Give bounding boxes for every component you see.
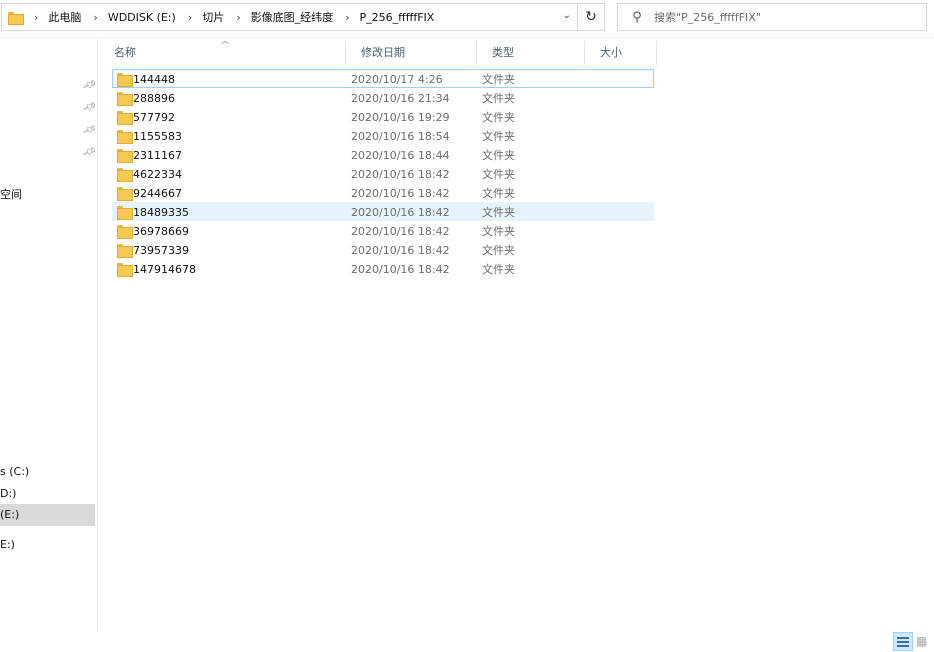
chevron-right-icon[interactable]: › — [236, 11, 240, 24]
file-type: 文件夹 — [482, 206, 515, 219]
refresh-icon: ↻ — [585, 9, 597, 25]
navigation-pane[interactable]: 📌︎ 📌︎ 📌︎ 📌︎ 空间 s (C:) D:) (E:) E:) — [0, 38, 98, 632]
large-icons-view-button[interactable]: ▦ — [916, 634, 934, 650]
file-name: 36978669 — [133, 225, 189, 238]
file-modified: 2020/10/17 4:26 — [351, 73, 443, 86]
chevron-right-icon[interactable]: › — [188, 11, 192, 24]
pin-icon[interactable]: 📌︎ — [82, 145, 97, 160]
folder-icon — [117, 92, 133, 106]
table-row[interactable]: 2311167 2020/10/16 18:44 文件夹 — [112, 145, 654, 164]
refresh-button[interactable]: ↻ — [578, 3, 605, 31]
file-type: 文件夹 — [482, 263, 515, 276]
chevron-right-icon[interactable]: › — [345, 11, 349, 24]
address-bar[interactable]: › 此电脑 › WDDISK (E:) › 切片 › 影像底图_经纬度 › P_… — [1, 3, 578, 31]
table-row[interactable]: 577792 2020/10/16 19:29 文件夹 — [112, 107, 654, 126]
details-view-icon — [897, 644, 909, 647]
file-modified: 2020/10/16 18:42 — [351, 225, 450, 238]
file-type: 文件夹 — [482, 130, 515, 143]
file-name: 147914678 — [133, 263, 196, 276]
file-modified: 2020/10/16 21:34 — [351, 92, 450, 105]
file-type: 文件夹 — [482, 187, 515, 200]
nav-item-space[interactable]: 空间 — [0, 185, 22, 205]
breadcrumb-current[interactable]: P_256_fffffFIX — [360, 11, 435, 24]
table-row[interactable]: 1155583 2020/10/16 18:54 文件夹 — [112, 126, 654, 145]
file-name: 1155583 — [133, 130, 182, 143]
breadcrumb-basemap[interactable]: 影像底图_经纬度 — [251, 9, 334, 25]
file-name: 144448 — [133, 73, 175, 86]
file-type: 文件夹 — [482, 92, 515, 105]
column-header-modified[interactable]: 修改日期 — [346, 41, 477, 65]
pin-icon[interactable]: 📌︎ — [82, 123, 97, 138]
folder-icon — [117, 73, 133, 87]
folder-icon — [117, 225, 133, 239]
file-modified: 2020/10/16 18:42 — [351, 244, 450, 257]
search-placeholder: 搜索"P_256_fffffFIX" — [654, 11, 761, 24]
table-row[interactable]: 9244667 2020/10/16 18:42 文件夹 — [112, 183, 654, 202]
details-view-icon — [897, 636, 909, 639]
file-modified: 2020/10/16 18:42 — [351, 263, 450, 276]
folder-icon — [117, 263, 133, 277]
file-type: 文件夹 — [482, 73, 515, 86]
file-modified: 2020/10/16 18:54 — [351, 130, 450, 143]
file-name: 2311167 — [133, 149, 182, 162]
breadcrumb-this-pc[interactable]: 此电脑 — [48, 9, 81, 25]
file-modified: 2020/10/16 18:42 — [351, 187, 450, 200]
table-row[interactable]: 4622334 2020/10/16 18:42 文件夹 — [112, 164, 654, 183]
nav-item-drive-d[interactable]: D:) — [0, 484, 16, 504]
file-name: 288896 — [133, 92, 175, 105]
file-type: 文件夹 — [482, 225, 515, 238]
file-name: 577792 — [133, 111, 175, 124]
table-row[interactable]: 147914678 2020/10/16 18:42 文件夹 — [112, 259, 654, 278]
nav-item-drive-e-alt[interactable]: E:) — [0, 535, 15, 555]
status-bar: ▦ — [0, 632, 934, 652]
folder-icon — [117, 244, 133, 258]
file-rows: 144448 2020/10/17 4:26 文件夹 288896 2020/10/16… — [112, 69, 654, 278]
column-header-name[interactable]: 名称 — [99, 41, 346, 65]
file-modified: 2020/10/16 18:42 — [351, 206, 450, 219]
file-name: 9244667 — [133, 187, 182, 200]
folder-icon — [8, 11, 24, 25]
nav-item-drive-c[interactable]: s (C:) — [0, 462, 29, 482]
folder-icon — [117, 187, 133, 201]
column-header-size[interactable]: 大小 — [585, 41, 657, 65]
file-name: 18489335 — [133, 206, 189, 219]
folder-icon — [117, 168, 133, 182]
table-row[interactable]: 288896 2020/10/16 21:34 文件夹 — [112, 88, 654, 107]
file-modified: 2020/10/16 18:44 — [351, 149, 450, 162]
breadcrumb-slices[interactable]: 切片 — [202, 9, 224, 25]
nav-item-label: (E:) — [0, 508, 20, 521]
nav-item-drive-e[interactable]: (E:) — [0, 504, 95, 526]
file-type: 文件夹 — [482, 168, 515, 181]
breadcrumb-drive[interactable]: WDDISK (E:) — [108, 11, 176, 24]
pin-icon[interactable]: 📌︎ — [82, 100, 97, 115]
file-list[interactable]: ︿ 名称 修改日期 类型 大小 144448 2020/10/17 4:26 文件夹… — [99, 36, 934, 632]
chevron-down-icon[interactable]: ⌄ — [563, 10, 571, 21]
search-icon: ⚲ — [632, 9, 642, 25]
file-name: 73957339 — [133, 244, 189, 257]
details-view-icon — [897, 640, 909, 643]
search-input[interactable]: ⚲ 搜索"P_256_fffffFIX" — [617, 3, 927, 31]
file-name: 4622334 — [133, 168, 182, 181]
file-modified: 2020/10/16 19:29 — [351, 111, 450, 124]
file-type: 文件夹 — [482, 111, 515, 124]
folder-icon — [117, 130, 133, 144]
pin-icon[interactable]: 📌︎ — [82, 78, 97, 93]
table-row[interactable]: 18489335 2020/10/16 18:42 文件夹 — [112, 202, 654, 221]
column-header-type[interactable]: 类型 — [477, 41, 585, 65]
table-row[interactable]: 144448 2020/10/17 4:26 文件夹 — [112, 69, 654, 88]
chevron-right-icon[interactable]: › — [93, 11, 97, 24]
address-row: › 此电脑 › WDDISK (E:) › 切片 › 影像底图_经纬度 › P_… — [0, 0, 934, 38]
folder-icon — [117, 149, 133, 163]
details-view-button[interactable] — [893, 632, 913, 651]
folder-icon — [117, 206, 133, 220]
chevron-right-icon[interactable]: › — [34, 11, 38, 24]
folder-icon — [117, 111, 133, 125]
table-row[interactable]: 36978669 2020/10/16 18:42 文件夹 — [112, 221, 654, 240]
file-type: 文件夹 — [482, 244, 515, 257]
file-type: 文件夹 — [482, 149, 515, 162]
table-row[interactable]: 73957339 2020/10/16 18:42 文件夹 — [112, 240, 654, 259]
file-modified: 2020/10/16 18:42 — [351, 168, 450, 181]
